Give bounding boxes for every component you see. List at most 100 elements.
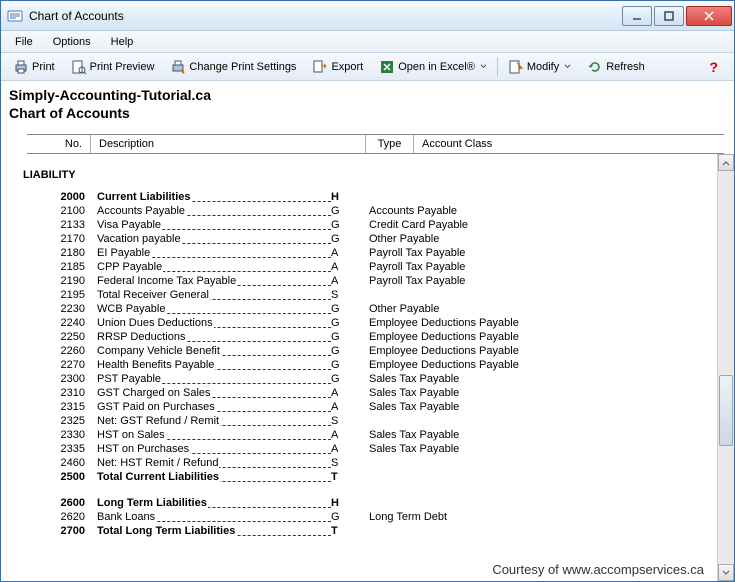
- account-number: 2620: [47, 510, 97, 524]
- account-description: Net: GST Refund / Remit: [97, 414, 331, 428]
- export-label: Export: [331, 61, 363, 73]
- account-class: Payroll Tax Payable: [349, 260, 465, 274]
- modify-button[interactable]: Modify: [501, 56, 578, 78]
- menu-help[interactable]: Help: [101, 34, 144, 50]
- account-row[interactable]: 2315GST Paid on PurchasesASales Tax Paya…: [23, 400, 713, 414]
- account-row[interactable]: 2185CPP PayableAPayroll Tax Payable: [23, 260, 713, 274]
- account-type: T: [331, 524, 349, 538]
- account-row[interactable]: 2270Health Benefits PayableGEmployee Ded…: [23, 358, 713, 372]
- account-row[interactable]: 2230WCB PayableGOther Payable: [23, 302, 713, 316]
- account-row[interactable]: 2180EI PayableAPayroll Tax Payable: [23, 246, 713, 260]
- account-row[interactable]: 2325Net: GST Refund / RemitS: [23, 414, 713, 428]
- print-settings-icon: [170, 59, 186, 75]
- account-row[interactable]: 2600Long Term LiabilitiesH: [23, 496, 713, 510]
- account-type: A: [331, 246, 349, 260]
- account-row[interactable]: 2190Federal Income Tax PayableAPayroll T…: [23, 274, 713, 288]
- account-description: Union Dues Deductions: [97, 316, 331, 330]
- account-type: A: [331, 386, 349, 400]
- print-settings-button[interactable]: Change Print Settings: [163, 56, 303, 78]
- section-header: LIABILITY: [23, 168, 713, 182]
- menu-options[interactable]: Options: [43, 34, 101, 50]
- scroll-down-arrow[interactable]: [718, 564, 734, 581]
- modify-label: Modify: [527, 61, 559, 73]
- account-row[interactable]: 2170Vacation payableGOther Payable: [23, 232, 713, 246]
- account-class: Sales Tax Payable: [349, 442, 459, 456]
- export-button[interactable]: Export: [305, 56, 370, 78]
- account-row[interactable]: 2195Total Receiver GeneralS: [23, 288, 713, 302]
- account-number: 2310: [47, 386, 97, 400]
- window-controls: [620, 6, 732, 26]
- menu-file[interactable]: File: [5, 34, 43, 50]
- account-row[interactable]: 2133Visa PayableGCredit Card Payable: [23, 218, 713, 232]
- vertical-scrollbar[interactable]: [717, 154, 734, 581]
- excel-icon: [379, 59, 395, 75]
- minimize-button[interactable]: [622, 6, 652, 26]
- account-row[interactable]: 2100Accounts PayableGAccounts Payable: [23, 204, 713, 218]
- account-number: 2230: [47, 302, 97, 316]
- account-row[interactable]: 2310GST Charged on SalesASales Tax Payab…: [23, 386, 713, 400]
- account-class: Other Payable: [349, 302, 439, 316]
- account-class: [349, 470, 369, 484]
- account-class: [349, 190, 369, 204]
- scroll-track[interactable]: [718, 171, 734, 564]
- account-type: G: [331, 358, 349, 372]
- account-class: [349, 524, 369, 538]
- col-no[interactable]: No.: [27, 135, 91, 153]
- account-type: G: [331, 330, 349, 344]
- account-row[interactable]: 2460Net: HST Remit / RefundS: [23, 456, 713, 470]
- account-class: Employee Deductions Payable: [349, 316, 519, 330]
- account-row[interactable]: 2300PST PayableGSales Tax Payable: [23, 372, 713, 386]
- account-number: 2700: [47, 524, 97, 538]
- account-class: Employee Deductions Payable: [349, 358, 519, 372]
- account-row[interactable]: 2240Union Dues DeductionsGEmployee Deduc…: [23, 316, 713, 330]
- account-class: Sales Tax Payable: [349, 428, 459, 442]
- account-description: Vacation payable: [97, 232, 331, 246]
- row-spacer: [23, 484, 713, 496]
- account-type: G: [331, 302, 349, 316]
- chevron-down-icon: [480, 63, 487, 70]
- account-type: G: [331, 372, 349, 386]
- account-type: S: [331, 288, 349, 302]
- scroll-thumb[interactable]: [719, 375, 733, 446]
- open-excel-button[interactable]: Open in Excel®: [372, 56, 494, 78]
- account-class: Sales Tax Payable: [349, 372, 459, 386]
- account-number: 2325: [47, 414, 97, 428]
- account-type: A: [331, 260, 349, 274]
- account-row[interactable]: 2000Current LiabilitiesH: [23, 190, 713, 204]
- account-row[interactable]: 2250RRSP DeductionsGEmployee Deductions …: [23, 330, 713, 344]
- help-button[interactable]: ?: [705, 59, 722, 75]
- preview-icon: [71, 59, 87, 75]
- close-button[interactable]: [686, 6, 732, 26]
- account-row[interactable]: 2620Bank LoansGLong Term Debt: [23, 510, 713, 524]
- account-description: Net: HST Remit / Refund: [97, 456, 331, 470]
- col-type[interactable]: Type: [366, 135, 414, 153]
- print-preview-button[interactable]: Print Preview: [64, 56, 162, 78]
- account-number: 2170: [47, 232, 97, 246]
- account-number: 2460: [47, 456, 97, 470]
- account-type: G: [331, 204, 349, 218]
- account-row[interactable]: 2330HST on SalesASales Tax Payable: [23, 428, 713, 442]
- print-label: Print: [32, 61, 55, 73]
- scroll-up-arrow[interactable]: [718, 154, 734, 171]
- account-number: 2100: [47, 204, 97, 218]
- account-row[interactable]: 2335HST on PurchasesASales Tax Payable: [23, 442, 713, 456]
- account-row[interactable]: 2700Total Long Term LiabilitiesT: [23, 524, 713, 538]
- account-row[interactable]: 2260Company Vehicle BenefitGEmployee Ded…: [23, 344, 713, 358]
- account-row[interactable]: 2500Total Current LiabilitiesT: [23, 470, 713, 484]
- content-wrap: LIABILITY 2000Current LiabilitiesH2100Ac…: [1, 154, 734, 581]
- col-description[interactable]: Description: [91, 135, 366, 153]
- titlebar: Chart of Accounts: [1, 1, 734, 31]
- account-type: S: [331, 456, 349, 470]
- maximize-button[interactable]: [654, 6, 684, 26]
- account-description: WCB Payable: [97, 302, 331, 316]
- open-excel-label: Open in Excel®: [398, 61, 475, 73]
- account-number: 2500: [47, 470, 97, 484]
- refresh-button[interactable]: Refresh: [580, 56, 652, 78]
- company-name: Simply-Accounting-Tutorial.ca: [9, 87, 726, 105]
- account-number: 2000: [47, 190, 97, 204]
- account-type: T: [331, 470, 349, 484]
- print-button[interactable]: Print: [6, 56, 62, 78]
- account-list: 2000Current LiabilitiesH2100Accounts Pay…: [23, 190, 713, 538]
- print-preview-label: Print Preview: [90, 61, 155, 73]
- col-account-class[interactable]: Account Class: [414, 135, 724, 153]
